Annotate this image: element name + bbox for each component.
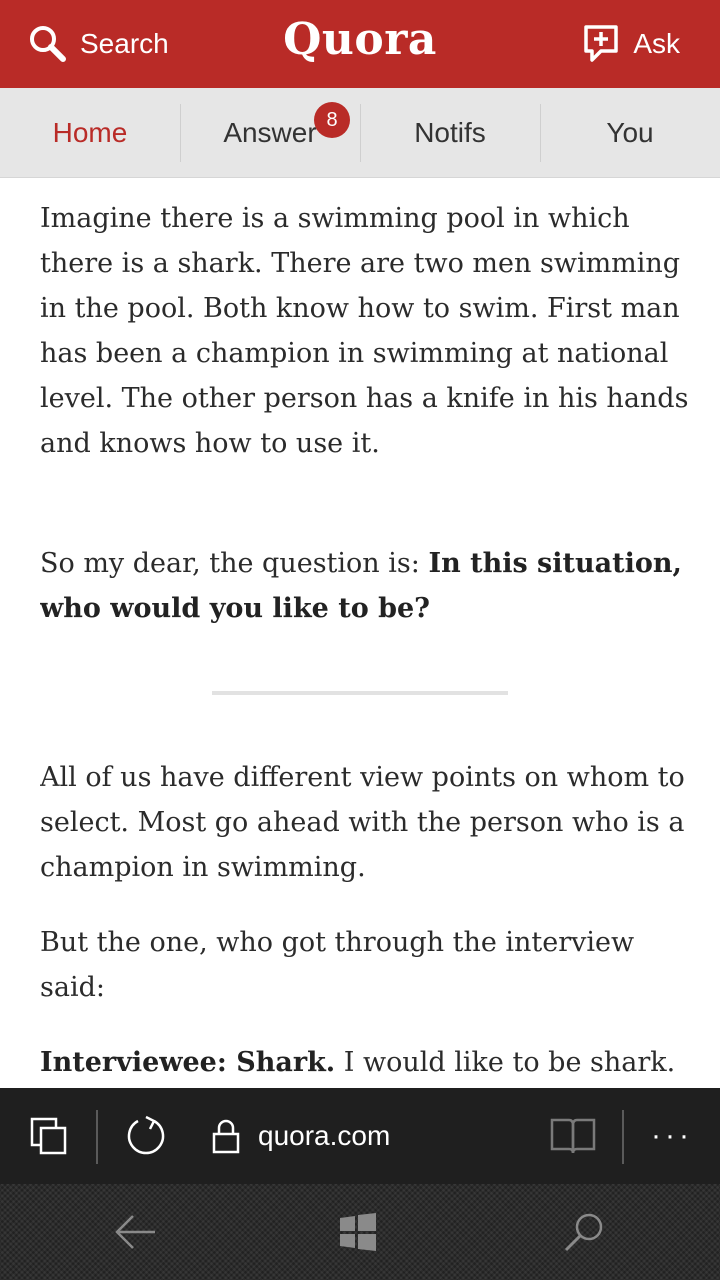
browser-bar: quora.com ···	[0, 1088, 720, 1184]
tab-answer[interactable]: Answer 8	[180, 88, 360, 177]
address-bar[interactable]: quora.com	[212, 1088, 390, 1184]
separator	[96, 1110, 98, 1164]
tab-notifs-label: Notifs	[414, 116, 486, 148]
search-icon	[564, 1213, 603, 1252]
separator	[622, 1110, 624, 1164]
ask-label: Ask	[633, 28, 680, 59]
lock-icon	[212, 1119, 240, 1154]
answer-content: Imagine there is a swimming pool in whic…	[40, 178, 690, 1088]
paragraph: So my dear, the question is: In this sit…	[40, 541, 690, 631]
search-button[interactable]	[524, 1184, 644, 1280]
paragraph: But the one, who got through the intervi…	[40, 927, 635, 1003]
paragraph-text: So my dear, the question is:	[40, 548, 429, 579]
paragraph: Imagine there is a swimming pool in whic…	[40, 203, 689, 459]
ask-button[interactable]: Ask	[583, 22, 680, 66]
reading-view-button[interactable]	[544, 1088, 602, 1184]
section-divider	[212, 691, 508, 695]
paragraph: All of us have different view points on …	[40, 762, 685, 883]
refresh-icon	[127, 1115, 165, 1155]
tab-notifs[interactable]: Notifs	[360, 88, 540, 177]
start-button[interactable]	[298, 1184, 418, 1280]
url-text: quora.com	[258, 1120, 391, 1151]
interviewee-bold: Interviewee: Shark.	[40, 1047, 336, 1078]
tab-home-label: Home	[52, 116, 128, 148]
more-icon: ···	[651, 1119, 693, 1152]
windows-start-icon	[340, 1213, 376, 1251]
tab-home[interactable]: Home	[0, 88, 180, 177]
tab-you-label: You	[606, 116, 654, 148]
ask-icon	[584, 25, 619, 62]
answer-count-badge: 8	[314, 102, 350, 138]
tabs-button[interactable]	[18, 1088, 80, 1184]
paragraph-text: I would like to be shark.	[335, 1047, 676, 1078]
search-icon	[30, 26, 66, 62]
search-button[interactable]: Search	[28, 22, 169, 66]
reading-view-icon	[550, 1118, 596, 1154]
tab-you[interactable]: You	[540, 88, 720, 177]
system-nav-bar	[0, 1184, 720, 1280]
back-icon	[115, 1215, 155, 1249]
tab-answer-label: Answer	[223, 116, 317, 148]
app-header: Search Quora Ask	[0, 0, 720, 88]
search-label: Search	[80, 28, 169, 59]
refresh-button[interactable]	[116, 1088, 176, 1184]
back-button[interactable]	[76, 1184, 196, 1280]
paragraph: Interviewee: Shark. I would like to be s…	[40, 1040, 690, 1085]
tabs-icon	[30, 1117, 67, 1155]
more-button[interactable]: ···	[640, 1088, 704, 1184]
main-tabs: Home Answer 8 Notifs You	[0, 88, 720, 178]
